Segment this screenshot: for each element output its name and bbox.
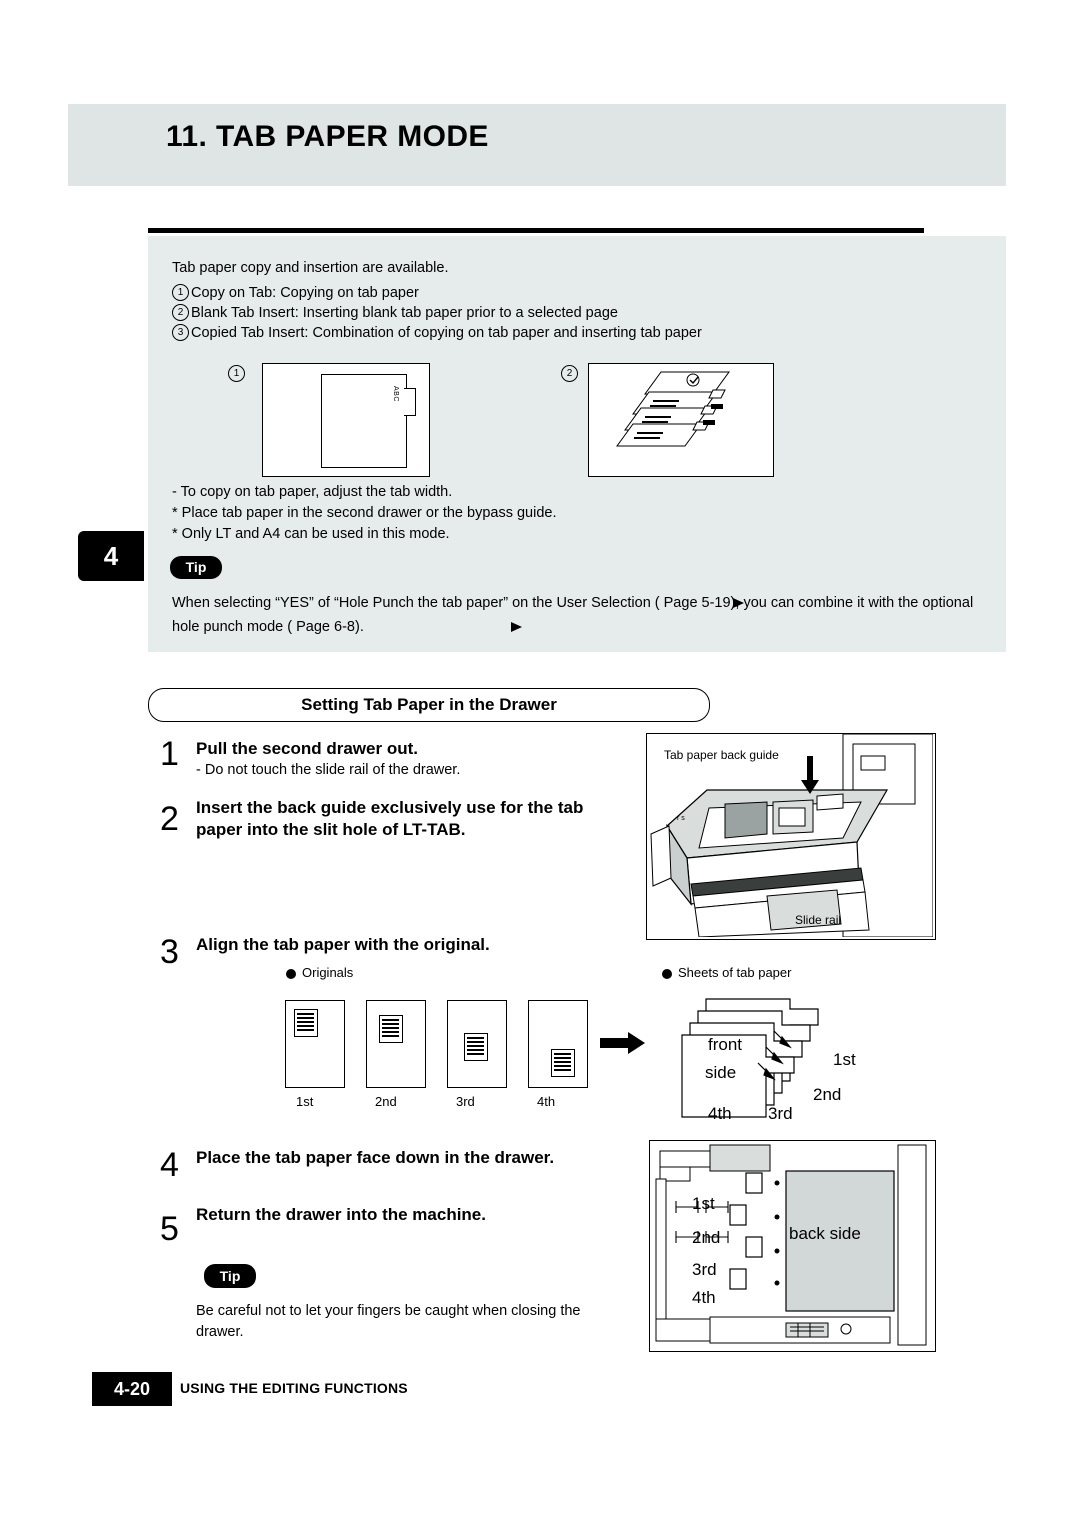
step-1-sub: - Do not touch the slide rail of the dra…: [196, 762, 461, 778]
tip-body-2-line2: drawer.: [196, 1324, 244, 1340]
flow-arrow-icon: [600, 1032, 645, 1054]
originals-label: Originals: [302, 965, 354, 980]
intro-bullet-2: 2: [172, 304, 189, 321]
intro-bullet-3: 3: [172, 324, 189, 341]
figure-1-number: 1: [228, 365, 245, 382]
original-1-mark: [294, 1009, 318, 1037]
footer-section-text: USING THE EDITING FUNCTIONS: [180, 1380, 408, 1396]
drawer-row-1st: 1st: [692, 1194, 715, 1213]
back-side-label: back side: [789, 1224, 861, 1243]
page-ref-arrow-icon-1: [733, 598, 744, 608]
intro-item-1: Copy on Tab: Copying on tab paper: [191, 285, 419, 301]
section-heading-label: Setting Tab Paper in the Drawer: [301, 695, 557, 714]
step-2-title-line1: Insert the back guide exclusively use fo…: [196, 798, 584, 817]
intro-note-1: - To copy on tab paper, adjust the tab w…: [172, 484, 453, 500]
page: 11. TAB PAPER MODE Tab paper copy and in…: [0, 0, 1080, 1528]
section-heading: Setting Tab Paper in the Drawer: [148, 688, 710, 722]
original-sheet-1: [285, 1000, 345, 1088]
original-2-label: 2nd: [375, 1094, 397, 1109]
step-3-title: Align the tab paper with the original.: [196, 935, 490, 954]
original-1-label: 1st: [296, 1094, 314, 1109]
tip-badge-2: Tip: [204, 1264, 256, 1288]
tip-body-1: When selecting “YES” of “Hole Punch the …: [172, 595, 974, 635]
figure-2-number: 2: [561, 365, 578, 382]
tab-1st-label: 1st: [833, 1050, 856, 1069]
original-3-label: 3rd: [456, 1094, 475, 1109]
original-4-mark: [551, 1049, 575, 1077]
step-4-number: 4: [160, 1146, 179, 1184]
page-ref-arrow-icon-2: [511, 622, 522, 632]
original-4-label: 4th: [537, 1094, 556, 1109]
svg-text:r s: r s: [677, 815, 685, 822]
original-sheet-2: [366, 1000, 426, 1088]
intro-line-1: Tab paper copy and insertion are availab…: [172, 260, 449, 276]
back-guide-label: Tab paper back guide: [664, 748, 779, 762]
drawer-row-4th: 4th: [692, 1288, 716, 1307]
drawer-row-3rd: 3rd: [692, 1260, 717, 1279]
original-2-mark: [379, 1015, 403, 1043]
bullet-originals-icon: [286, 969, 296, 979]
stacked-sheets-illustration: [616, 371, 730, 447]
step-1-title: Pull the second drawer out.: [196, 739, 418, 758]
tab-4th-label: 4th: [708, 1104, 732, 1123]
tab-flap-label: ABC: [392, 386, 399, 402]
step-2-number: 2: [160, 800, 179, 838]
sheets-label: Sheets of tab paper: [678, 965, 792, 980]
header-divider: [148, 228, 924, 233]
bullet-sheets-icon: [662, 969, 672, 979]
tip-body-2-line1: Be careful not to let your fingers be ca…: [196, 1303, 581, 1319]
original-sheet-4: [528, 1000, 588, 1088]
drawer-drawing: r s: [650, 734, 933, 937]
intro-bullet-1: 1: [172, 284, 189, 301]
figure-blank-tab-insert: [588, 363, 774, 477]
slide-rail-label: Slide rail: [795, 913, 842, 927]
step-5-title: Return the drawer into the machine.: [196, 1205, 486, 1224]
page-number-badge: 4-20: [92, 1372, 172, 1406]
original-3-mark: [464, 1033, 488, 1061]
front-label: front: [708, 1035, 743, 1054]
figure-copy-on-tab: ABC: [262, 363, 430, 477]
chapter-tab: 4: [78, 531, 144, 581]
original-sheet-3: [447, 1000, 507, 1088]
side-label: side: [705, 1063, 737, 1082]
step-4-title: Place the tab paper face down in the dra…: [196, 1148, 555, 1167]
chapter-number: 4: [103, 541, 119, 571]
drawer-illustration: r s: [646, 733, 936, 940]
page-title: 11. TAB PAPER MODE: [166, 120, 489, 153]
drawer-row-2nd: 2nd: [692, 1228, 721, 1247]
intro-item-2: Blank Tab Insert: Inserting blank tab pa…: [191, 305, 618, 321]
intro-note-3: * Only LT and A4 can be used in this mod…: [172, 526, 450, 542]
tab-flap: [404, 388, 416, 416]
tab-2nd-label: 2nd: [813, 1085, 842, 1104]
tip-badge-1: Tip: [170, 556, 222, 579]
step-5-number: 5: [160, 1210, 179, 1248]
tab-3rd-label: 3rd: [768, 1104, 793, 1123]
intro-note-2: * Place tab paper in the second drawer o…: [172, 505, 557, 521]
step-1-number: 1: [160, 735, 179, 773]
step-2-title-line2: paper into the slit hole of LT-TAB.: [196, 820, 466, 839]
intro-item-3: Copied Tab Insert: Combination of copyin…: [191, 325, 702, 341]
step-3-number: 3: [160, 933, 179, 971]
